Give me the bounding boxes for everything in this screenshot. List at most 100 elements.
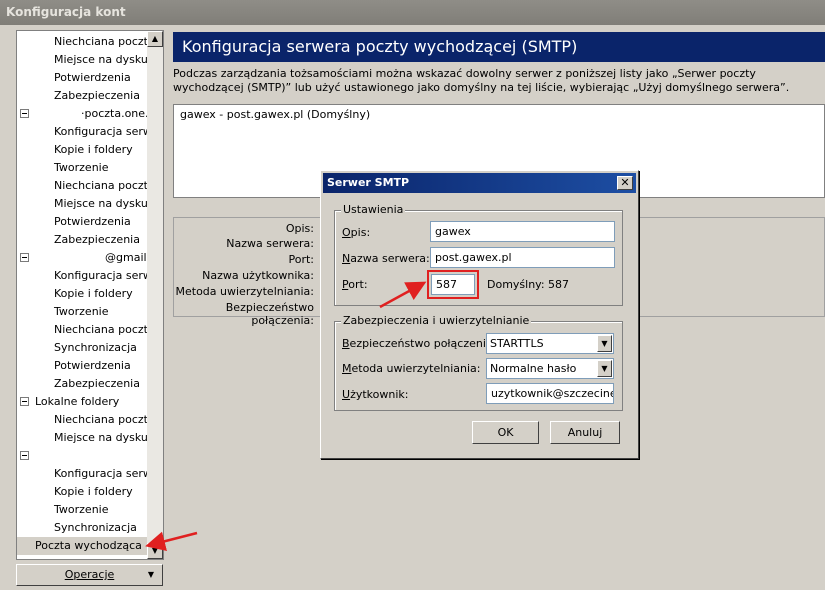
- detail-label-username: Nazwa użytkownika:: [202, 269, 314, 282]
- close-icon[interactable]: ✕: [617, 176, 633, 190]
- auth-method-select[interactable]: Normalne hasło ▼: [486, 358, 614, 379]
- scroll-up-icon[interactable]: ▲: [147, 31, 163, 47]
- sidebar-item[interactable]: Potwierdzenia: [17, 69, 147, 87]
- dialog-titlebar: Serwer SMTP ✕: [323, 173, 636, 193]
- description-text: Podczas zarządzania tożsamościami można …: [173, 67, 790, 94]
- default-port-value: 587: [548, 278, 569, 291]
- detail-label-auth: Metoda uwierzytelniania:: [175, 285, 315, 298]
- account-tree[interactable]: Niechciana poczta Miejsce na dysku Potwier…: [16, 30, 164, 560]
- sidebar-item-label: Konfiguracja serw...: [54, 269, 162, 282]
- settings-group-label: Ustawienia: [341, 203, 406, 216]
- sidebar-item[interactable]: [17, 447, 147, 465]
- sidebar-item-label: Zabezpieczenia: [54, 233, 140, 246]
- ok-button[interactable]: OK: [472, 421, 539, 444]
- tree-scrollbar[interactable]: ▲ ▼: [147, 31, 163, 559]
- smtp-server-dialog: Serwer SMTP ✕ Ustawienia Opis: gawex Naz…: [320, 170, 639, 459]
- sidebar-item[interactable]: Niechciana poczta: [17, 321, 155, 339]
- scroll-down-icon[interactable]: ▼: [147, 543, 163, 559]
- sidebar-item-label: Zabezpieczenia: [54, 377, 140, 390]
- sidebar-item[interactable]: Tworzenie: [17, 303, 147, 321]
- sidebar-item-label: Tworzenie: [54, 161, 109, 174]
- sidebar-item-label: Konfiguracja serw...: [54, 467, 162, 480]
- dropdown-arrow-icon: ▼: [147, 570, 154, 579]
- sidebar-item-label: Niechciana poczta: [54, 179, 155, 192]
- operations-button[interactable]: Operacje ▼: [16, 564, 163, 586]
- sidebar-item-label: Konfiguracja serw...: [54, 125, 162, 138]
- sidebar-item-label: Potwierdzenia: [54, 359, 131, 372]
- sidebar-item-label: ·poczta.one...: [81, 107, 156, 120]
- sidebar-item-label: Synchronizacja: [54, 521, 137, 534]
- detail-label-security: Bezpieczeństwo połączenia:: [225, 301, 314, 327]
- sidebar-item-label: Tworzenie: [54, 503, 109, 516]
- sidebar-item[interactable]: Miejsce na dysku: [17, 429, 148, 447]
- sidebar-item[interactable]: Konfiguracja serw...: [17, 123, 161, 141]
- sidebar-item[interactable]: Zabezpieczenia: [17, 375, 147, 393]
- sidebar-item[interactable]: Potwierdzenia: [17, 213, 147, 231]
- sidebar-item-label: Synchronizacja: [54, 341, 137, 354]
- sidebar-item[interactable]: Niechciana poczta: [17, 33, 155, 51]
- sidebar-item[interactable]: Tworzenie: [17, 159, 147, 177]
- detail-label-port: Port:: [288, 253, 314, 266]
- sidebar-item-label: Kopie i foldery: [54, 485, 133, 498]
- sidebar-item-label: Kopie i foldery: [54, 143, 133, 156]
- sidebar-item[interactable]: ·poczta.one...: [17, 105, 156, 123]
- sidebar-item[interactable]: Kopie i foldery: [17, 285, 147, 303]
- sidebar-item-label: Potwierdzenia: [54, 71, 131, 84]
- sidebar-item-label: Niechciana poczta: [54, 35, 155, 48]
- port-label: Port:: [342, 278, 368, 291]
- chevron-down-icon[interactable]: ▼: [597, 360, 612, 377]
- detail-label-description: Opis:: [285, 222, 314, 235]
- sidebar-item[interactable]: Potwierdzenia: [17, 357, 147, 375]
- sidebar-item-label: Miejsce na dysku: [54, 53, 148, 66]
- sidebar-item[interactable]: Niechciana poczta: [17, 177, 155, 195]
- window-title: Konfiguracja kont: [0, 0, 825, 25]
- page-title: Konfiguracja serwera poczty wychodzącej …: [173, 32, 825, 62]
- collapse-icon[interactable]: [20, 451, 29, 460]
- description-input[interactable]: gawex: [430, 221, 615, 242]
- sidebar-item[interactable]: Miejsce na dysku: [17, 195, 148, 213]
- sidebar-item[interactable]: Synchronizacja: [17, 519, 147, 537]
- sidebar-item-label: Kopie i foldery: [54, 287, 133, 300]
- sidebar-item-label: Lokalne foldery: [35, 395, 120, 408]
- sidebar-item[interactable]: Kopie i foldery: [17, 141, 147, 159]
- collapse-icon[interactable]: [20, 253, 29, 262]
- sidebar-item[interactable]: Konfiguracja serw...: [17, 267, 161, 285]
- sidebar-item[interactable]: Niechciana poczta: [17, 411, 155, 429]
- cancel-button[interactable]: Anuluj: [550, 421, 620, 444]
- server-name-input[interactable]: post.gawex.pl: [430, 247, 615, 268]
- sidebar-item-label: Miejsce na dysku: [54, 431, 148, 444]
- sidebar-item[interactable]: @gmail.com: [17, 249, 163, 267]
- sidebar-item[interactable]: Zabezpieczenia: [17, 231, 147, 249]
- sidebar-item[interactable]: Synchronizacja: [17, 339, 147, 357]
- sidebar-item-outgoing-mail[interactable]: Poczta wychodząca: [17, 537, 147, 555]
- auth-method-label: Metoda uwierzytelniania:: [342, 362, 481, 375]
- user-input[interactable]: uzytkownik@szczecinek.c: [486, 383, 614, 404]
- sidebar-item-label: Poczta wychodząca: [35, 539, 142, 552]
- sidebar-item[interactable]: Zabezpieczenia: [17, 87, 147, 105]
- port-highlight-box: [427, 270, 479, 299]
- sidebar-item-label: Niechciana poczta: [54, 323, 155, 336]
- sidebar-item[interactable]: Lokalne foldery: [17, 393, 147, 411]
- chevron-down-icon[interactable]: ▼: [597, 335, 612, 352]
- sidebar-item-label: Niechciana poczta: [54, 413, 155, 426]
- sidebar-item[interactable]: Kopie i foldery: [17, 483, 147, 501]
- sidebar-item[interactable]: Tworzenie: [17, 501, 147, 519]
- sidebar-item[interactable]: Konfiguracja serw...: [17, 465, 161, 483]
- connection-security-label: Bezpieczeństwo połączenia:: [342, 337, 497, 350]
- list-item[interactable]: gawex - post.gawex.pl (Domyślny): [180, 108, 370, 121]
- sidebar-item[interactable]: Miejsce na dysku: [17, 51, 148, 69]
- collapse-icon[interactable]: [20, 397, 29, 406]
- connection-security-select[interactable]: STARTTLS ▼: [486, 333, 614, 354]
- default-port-label: Domyślny:: [487, 278, 545, 291]
- sidebar-item-label: Tworzenie: [54, 305, 109, 318]
- user-label: Użytkownik:: [342, 388, 409, 401]
- detail-label-server: Nazwa serwera:: [226, 237, 314, 250]
- dialog-title: Serwer SMTP: [327, 176, 410, 189]
- server-name-label: Nazwa serwera:: [342, 252, 430, 265]
- operations-label: Operacje: [64, 568, 115, 581]
- sidebar-item-label: Zabezpieczenia: [54, 89, 140, 102]
- security-group-label: Zabezpieczenia i uwierzytelnianie: [341, 314, 532, 327]
- description-label: Opis:: [342, 226, 371, 239]
- connection-security-value: STARTTLS: [490, 337, 544, 350]
- collapse-icon[interactable]: [20, 109, 29, 118]
